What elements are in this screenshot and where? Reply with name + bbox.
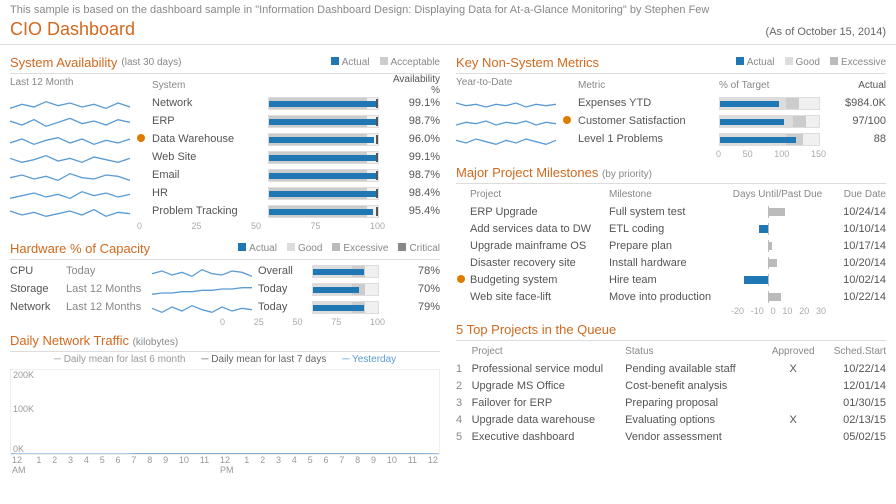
- milestone-row: Disaster recovery siteInstall hardware 1…: [456, 254, 886, 271]
- sparkline: [10, 185, 130, 201]
- header-note: This sample is based on the dashboard sa…: [0, 0, 896, 18]
- queue-row: 3Failover for ERPPreparing proposal 01/3…: [456, 394, 886, 411]
- queue-row: 4Upgrade data warehouseEvaluating option…: [456, 411, 886, 428]
- system-name: Network: [152, 97, 262, 109]
- availability-title: System Availability: [10, 55, 117, 70]
- keymetrics-title: Key Non-System Metrics: [456, 55, 599, 70]
- availability-pct: 99.1%: [385, 97, 440, 109]
- alert-icon: [457, 275, 465, 283]
- availability-bullet: [268, 115, 379, 128]
- th-avail: Availability %: [385, 74, 440, 96]
- availability-row: Data Warehouse 96.0%: [10, 130, 440, 148]
- availability-row: Email 98.7%: [10, 166, 440, 184]
- system-name: HR: [152, 187, 262, 199]
- sparkline: [10, 113, 130, 129]
- legend-acceptable: Acceptable: [391, 57, 440, 68]
- availability-bullet: [268, 169, 379, 182]
- milestones-title: Major Project Milestones: [456, 165, 598, 180]
- availability-bullet: [268, 205, 379, 218]
- milestone-row: Add services data to DWETL coding 10/10/…: [456, 220, 886, 237]
- availability-pct: 98.4%: [385, 187, 440, 199]
- keymetric-row: Customer Satisfaction 97/100: [456, 112, 886, 130]
- hardware-row: NetworkLast 12 Months Today 79%: [10, 298, 440, 316]
- hardware-row: StorageLast 12 Months Today 70%: [10, 280, 440, 298]
- system-name: ERP: [152, 115, 262, 127]
- legend-actual: Actual: [342, 57, 370, 68]
- availability-pct: 99.1%: [385, 151, 440, 163]
- sparkline: [10, 95, 130, 111]
- system-name: Web Site: [152, 151, 262, 163]
- queue-row: 2Upgrade MS OfficeCost-benefit analysis …: [456, 377, 886, 394]
- availability-pct: 95.4%: [385, 205, 440, 217]
- availability-row: HR 98.4%: [10, 184, 440, 202]
- alert-icon: [137, 134, 145, 142]
- traffic-title: Daily Network Traffic: [10, 333, 129, 348]
- milestone-row: Upgrade mainframe OSPrepare plan 10/17/1…: [456, 237, 886, 254]
- hardware-title: Hardware % of Capacity: [10, 241, 150, 256]
- queue-title: 5 Top Projects in the Queue: [456, 322, 886, 337]
- sparkline: [10, 167, 130, 183]
- daily-traffic-chart: 200K 100K 0K: [10, 369, 440, 455]
- availability-bullet: [268, 187, 379, 200]
- keymetric-row: Expenses YTD $984.0K: [456, 94, 886, 112]
- milestone-row: ERP UpgradeFull system test 10/24/14: [456, 203, 886, 220]
- system-name: Email: [152, 169, 262, 181]
- availability-pct: 98.7%: [385, 169, 440, 181]
- availability-sub: (last 30 days): [121, 57, 181, 68]
- availability-pct: 98.7%: [385, 115, 440, 127]
- availability-row: Network 99.1%: [10, 94, 440, 112]
- availability-row: Web Site 99.1%: [10, 148, 440, 166]
- hardware-bullet: [312, 265, 379, 278]
- availability-pct: 96.0%: [385, 133, 440, 145]
- th-system: System: [152, 80, 262, 91]
- system-name: Problem Tracking: [152, 205, 262, 217]
- availability-bullet: [268, 133, 379, 146]
- th-last12: Last 12 Month: [10, 77, 130, 93]
- availability-bullet: [268, 151, 379, 164]
- milestone-row: Budgeting systemHire team 10/02/14: [456, 271, 886, 288]
- availability-bullet: [268, 97, 379, 110]
- queue-row: 1Professional service modulPending avail…: [456, 360, 886, 377]
- system-name: Data Warehouse: [152, 133, 262, 145]
- hardware-bullet: [312, 301, 379, 314]
- page-title: CIO Dashboard: [10, 19, 135, 40]
- keymetric-row: Level 1 Problems 88: [456, 130, 886, 148]
- as-of-date: (As of October 15, 2014): [766, 26, 886, 38]
- availability-row: Problem Tracking 95.4%: [10, 202, 440, 220]
- hardware-row: CPUToday Overall 78%: [10, 262, 440, 280]
- alert-icon: [563, 116, 571, 124]
- sparkline: [10, 131, 130, 147]
- milestone-row: Web site face-liftMove into production 1…: [456, 288, 886, 305]
- availability-row: ERP 98.7%: [10, 112, 440, 130]
- sparkline: [10, 149, 130, 165]
- sparkline: [10, 203, 130, 219]
- queue-row: 5Executive dashboardVendor assessment 05…: [456, 428, 886, 445]
- hardware-bullet: [312, 283, 379, 296]
